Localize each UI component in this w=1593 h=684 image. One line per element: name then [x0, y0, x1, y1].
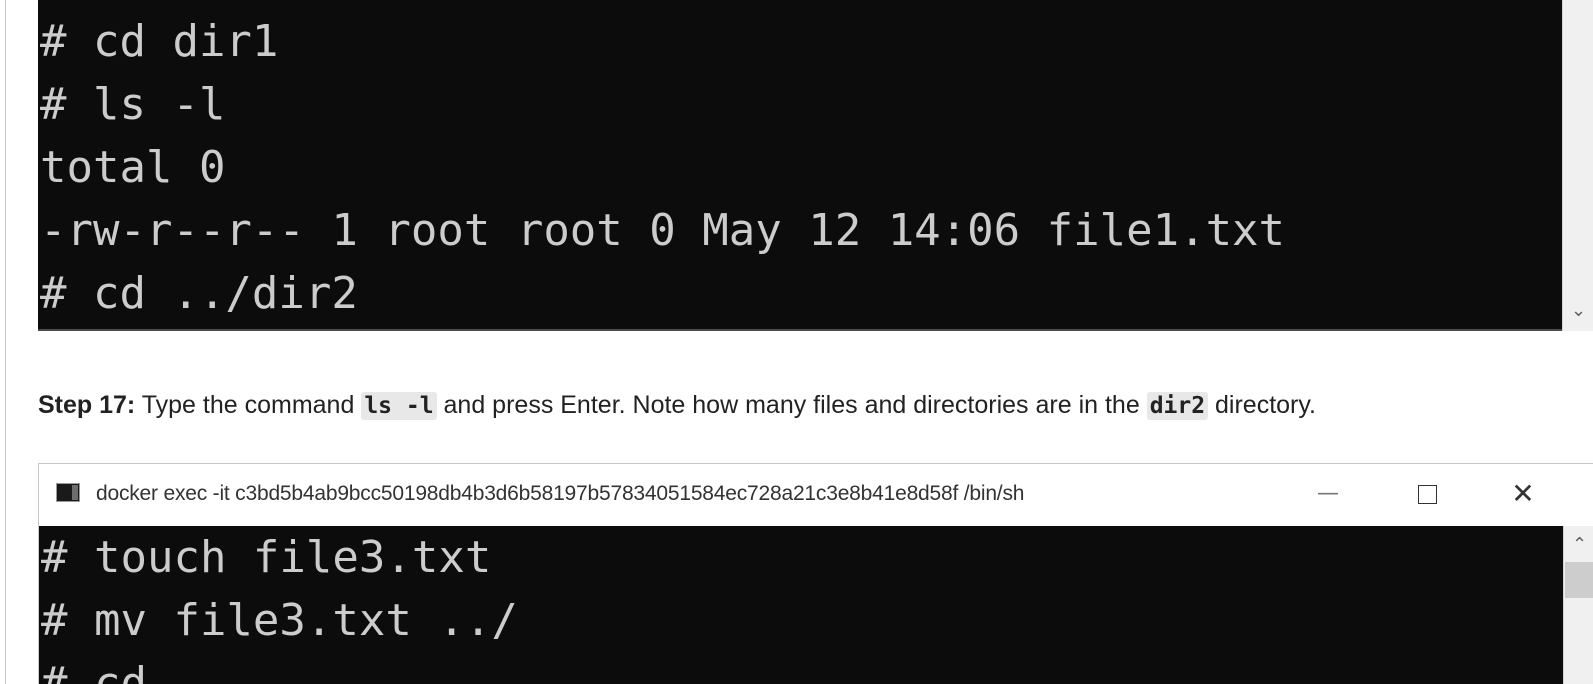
terminal-line: -rw-r--r-- 1 root root 0 May 12 14:06 fi… — [40, 205, 1286, 256]
inline-code-command: ls -l — [361, 392, 437, 420]
terminal-line: # cd ../dir2 — [40, 268, 358, 319]
instruction-text: directory. — [1208, 391, 1316, 419]
step-instruction: Step 17: Type the command ls -l and pres… — [38, 386, 1588, 425]
terminal-line: # cd dir1 — [40, 16, 279, 67]
close-button[interactable]: ✕ — [1498, 474, 1548, 514]
terminal-line: # cd .. — [41, 658, 227, 684]
previous-terminal: # cd dir1 # ls -l total 0 -rw-r--r-- 1 r… — [38, 0, 1593, 331]
terminal-scrollbar[interactable]: ⌃ — [1563, 526, 1593, 684]
terminal-line: # touch file3.txt — [41, 532, 492, 583]
previous-terminal-scrollbar[interactable]: ⌄ — [1562, 0, 1593, 331]
terminal-line: # mv file3.txt ../ — [41, 595, 518, 646]
terminal-line: # ls -l — [40, 79, 226, 130]
scrollbar-thumb[interactable] — [1565, 562, 1593, 598]
close-icon: ✕ — [1511, 477, 1535, 510]
page-left-border — [5, 0, 6, 684]
window-titlebar[interactable]: docker exec -it c3bd5b4ab9bcc50198db4b3d… — [39, 464, 1593, 526]
terminal-output[interactable]: # touch file3.txt # mv file3.txt ../ # c… — [39, 526, 1563, 684]
previous-terminal-output[interactable]: # cd dir1 # ls -l total 0 -rw-r--r-- 1 r… — [38, 0, 1562, 331]
step-label: Step 17: — [38, 391, 136, 419]
scroll-up-icon[interactable]: ⌃ — [1564, 532, 1593, 558]
page: # cd dir1 # ls -l total 0 -rw-r--r-- 1 r… — [0, 0, 1593, 684]
terminal-window: docker exec -it c3bd5b4ab9bcc50198db4b3d… — [38, 463, 1593, 684]
maximize-button[interactable] — [1402, 474, 1452, 514]
minimize-button[interactable]: — — [1303, 474, 1353, 514]
scroll-down-icon[interactable]: ⌄ — [1563, 298, 1593, 324]
inline-code-directory: dir2 — [1146, 392, 1209, 420]
instruction-text: Type the command — [135, 391, 362, 419]
window-title: docker exec -it c3bd5b4ab9bcc50198db4b3d… — [96, 482, 1025, 505]
instruction-text: and press Enter. Note how many files and… — [436, 391, 1147, 419]
minimize-icon: — — [1317, 481, 1339, 506]
terminal-line: total 0 — [40, 142, 226, 193]
terminal-app-icon[interactable] — [56, 483, 80, 502]
maximize-icon — [1417, 485, 1437, 504]
